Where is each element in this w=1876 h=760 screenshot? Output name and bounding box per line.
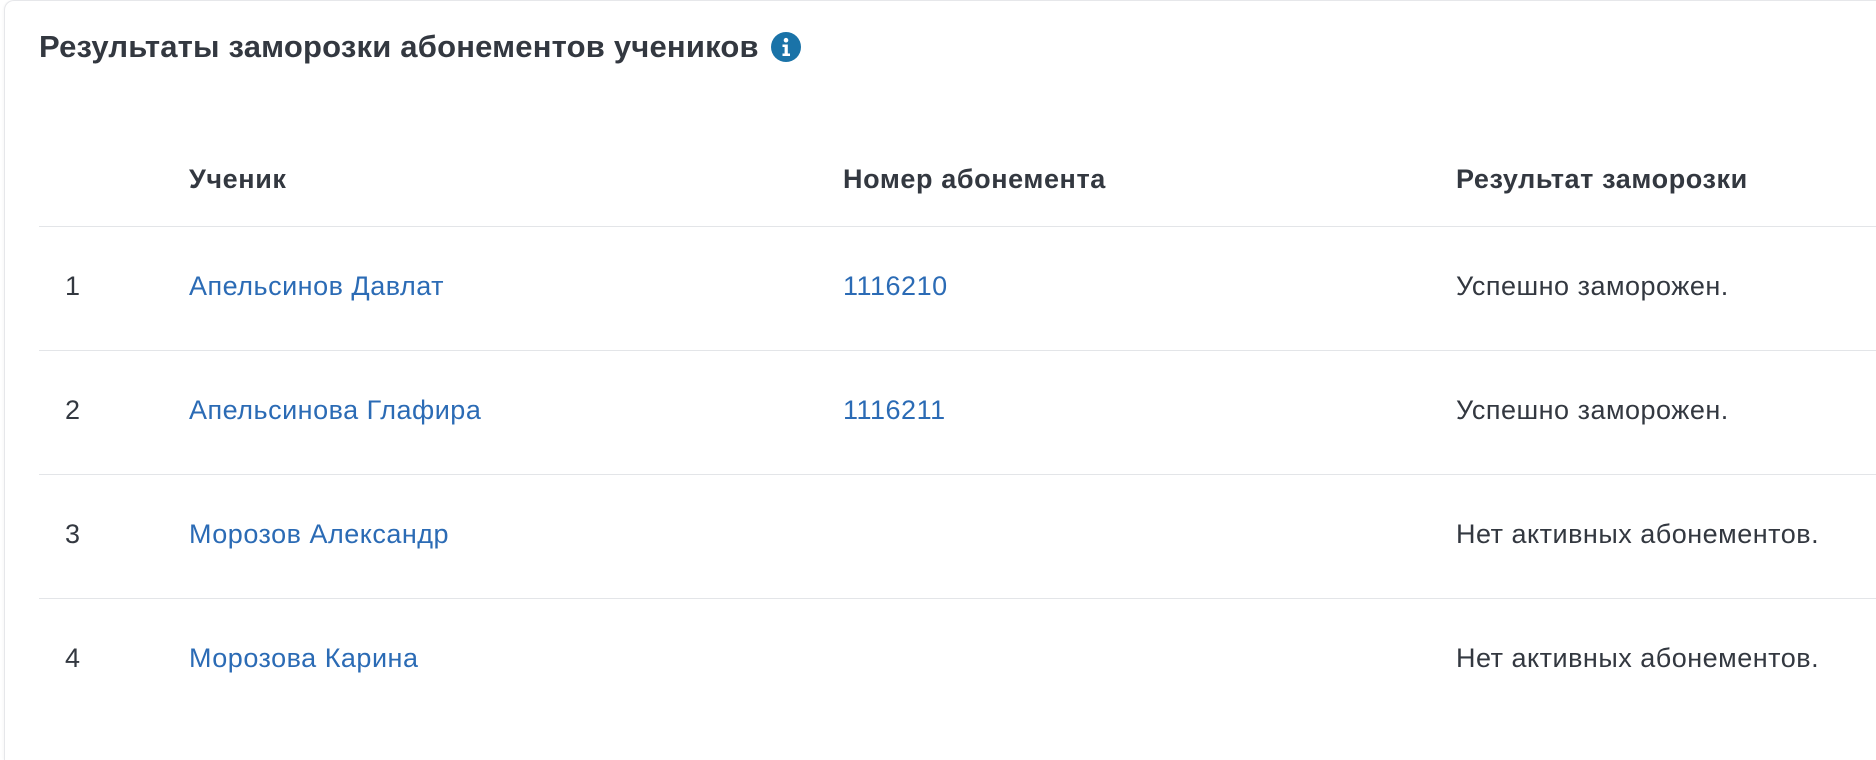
freeze-result: Нет активных абонементов. <box>1456 643 1820 673</box>
column-header-result: Результат заморозки <box>1456 164 1748 194</box>
column-header-subscription: Номер абонемента <box>843 164 1106 194</box>
page-title: Результаты заморозки абонементов ученико… <box>39 29 759 64</box>
student-link[interactable]: Апельсинов Давлат <box>189 271 444 302</box>
row-number: 2 <box>65 395 81 425</box>
results-table: Ученик Номер абонемента Результат заморо… <box>39 141 1876 722</box>
freeze-result: Нет активных абонементов. <box>1456 519 1820 549</box>
row-number: 4 <box>65 643 81 673</box>
student-link[interactable]: Морозова Карина <box>189 643 418 674</box>
table-row: 2 Апельсинова Глафира 1116211 Успешно за… <box>39 351 1876 475</box>
table-row: 4 Морозова Карина Нет активных абонемент… <box>39 599 1876 722</box>
freeze-result: Успешно заморожен. <box>1456 271 1729 301</box>
subscription-link[interactable]: 1116211 <box>843 395 946 426</box>
table-row: 1 Апельсинов Давлат 1116210 Успешно замо… <box>39 227 1876 351</box>
row-number: 3 <box>65 519 81 549</box>
info-icon[interactable] <box>770 31 802 63</box>
row-number: 1 <box>65 271 81 301</box>
freeze-result: Успешно заморожен. <box>1456 395 1729 425</box>
table-row: 3 Морозов Александр Нет активных абонеме… <box>39 475 1876 599</box>
subscription-link[interactable]: 1116210 <box>843 271 948 302</box>
student-link[interactable]: Морозов Александр <box>189 519 449 550</box>
results-card: Результаты заморозки абонементов ученико… <box>4 0 1876 760</box>
column-header-student: Ученик <box>189 164 287 194</box>
student-link[interactable]: Апельсинова Глафира <box>189 395 481 426</box>
title-row: Результаты заморозки абонементов ученико… <box>39 27 802 67</box>
table-header: Ученик Номер абонемента Результат заморо… <box>39 141 1876 227</box>
